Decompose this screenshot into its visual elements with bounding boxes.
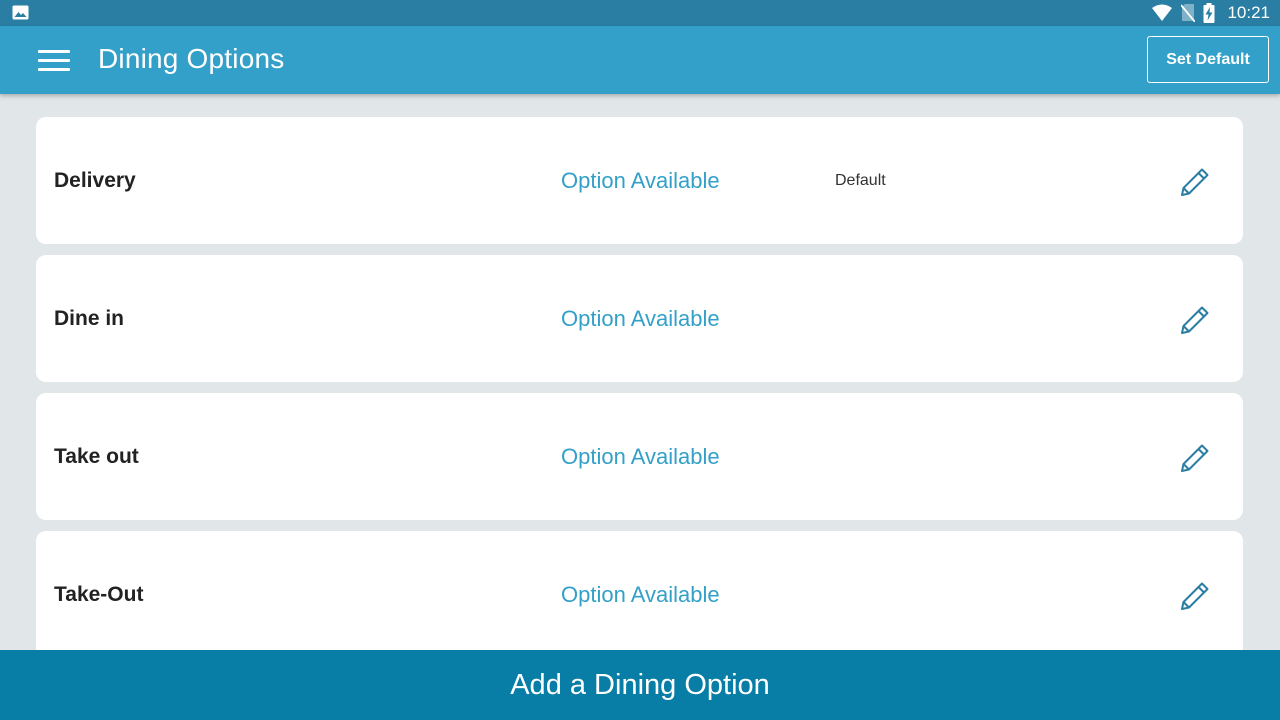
dining-option-card[interactable]: Delivery Option Available Default bbox=[36, 117, 1243, 244]
option-status: Option Available bbox=[561, 444, 720, 469]
edit-pencil-icon[interactable] bbox=[1177, 440, 1213, 476]
option-status: Option Available bbox=[561, 306, 720, 331]
dining-option-name: Take-Out bbox=[54, 583, 144, 606]
edit-pencil-icon[interactable] bbox=[1177, 578, 1213, 614]
image-icon bbox=[12, 5, 29, 20]
dining-option-card[interactable]: Take out Option Available bbox=[36, 393, 1243, 520]
page-title: Dining Options bbox=[98, 43, 285, 74]
set-default-button[interactable]: Set Default bbox=[1147, 36, 1269, 83]
dining-options-list[interactable]: Delivery Option Available Default Dine i… bbox=[36, 117, 1243, 650]
menu-icon[interactable] bbox=[38, 50, 70, 72]
clock-time: 10:21 bbox=[1227, 3, 1270, 22]
option-status: Option Available bbox=[561, 168, 720, 193]
battery-charging-icon bbox=[1203, 3, 1215, 23]
app-bar: Dining Options Set Default bbox=[0, 26, 1280, 94]
status-bar: 10:21 bbox=[0, 0, 1280, 26]
dining-option-name: Dine in bbox=[54, 307, 125, 330]
dining-option-name: Delivery bbox=[54, 169, 136, 192]
default-badge: Default bbox=[835, 172, 886, 189]
dining-option-card[interactable]: Dine in Option Available bbox=[36, 255, 1243, 382]
option-status: Option Available bbox=[561, 582, 720, 607]
no-sim-icon bbox=[1181, 4, 1196, 22]
wifi-icon bbox=[1152, 4, 1173, 21]
edit-pencil-icon[interactable] bbox=[1177, 302, 1213, 338]
dining-option-name: Take out bbox=[54, 445, 139, 468]
add-dining-option-button[interactable]: Add a Dining Option bbox=[0, 650, 1280, 720]
edit-pencil-icon[interactable] bbox=[1177, 164, 1213, 200]
dining-option-card[interactable]: Take-Out Option Available bbox=[36, 531, 1243, 650]
